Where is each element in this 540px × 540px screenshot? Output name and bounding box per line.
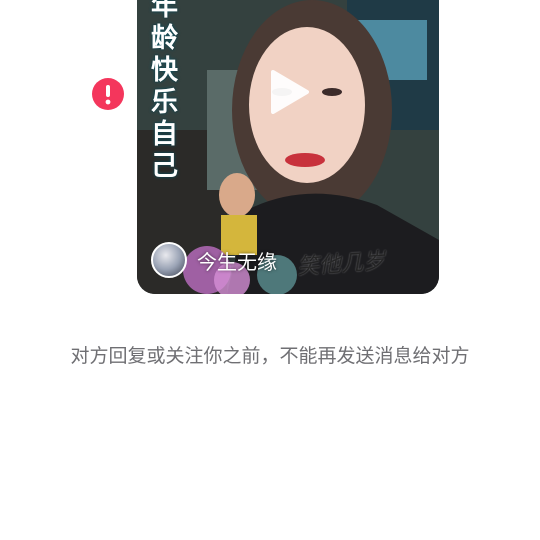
caption-char: 快 — [151, 55, 179, 86]
author-avatar[interactable] — [151, 242, 187, 278]
video-caption-vertical: 年 龄 快 乐 自 己 — [151, 0, 179, 182]
caption-char: 龄 — [151, 23, 179, 54]
caption-char: 年 — [151, 0, 179, 22]
caption-char: 乐 — [151, 87, 179, 118]
caption-char: 己 — [151, 151, 179, 182]
shared-video-card[interactable]: 年 龄 快 乐 自 己 今生无缘 笑他几岁 — [137, 0, 439, 294]
send-failed-error-icon[interactable] — [92, 78, 124, 110]
video-signature-text: 笑他几岁 — [296, 248, 386, 281]
play-icon — [271, 70, 309, 114]
play-button[interactable] — [267, 68, 311, 116]
caption-char: 自 — [151, 119, 179, 150]
exclamation-icon — [105, 85, 111, 105]
video-author[interactable]: 今生无缘 — [151, 242, 277, 278]
messaging-restriction-notice: 对方回复或关注你之前，不能再发送消息给对方 — [70, 345, 470, 367]
author-name[interactable]: 今生无缘 — [197, 246, 277, 275]
